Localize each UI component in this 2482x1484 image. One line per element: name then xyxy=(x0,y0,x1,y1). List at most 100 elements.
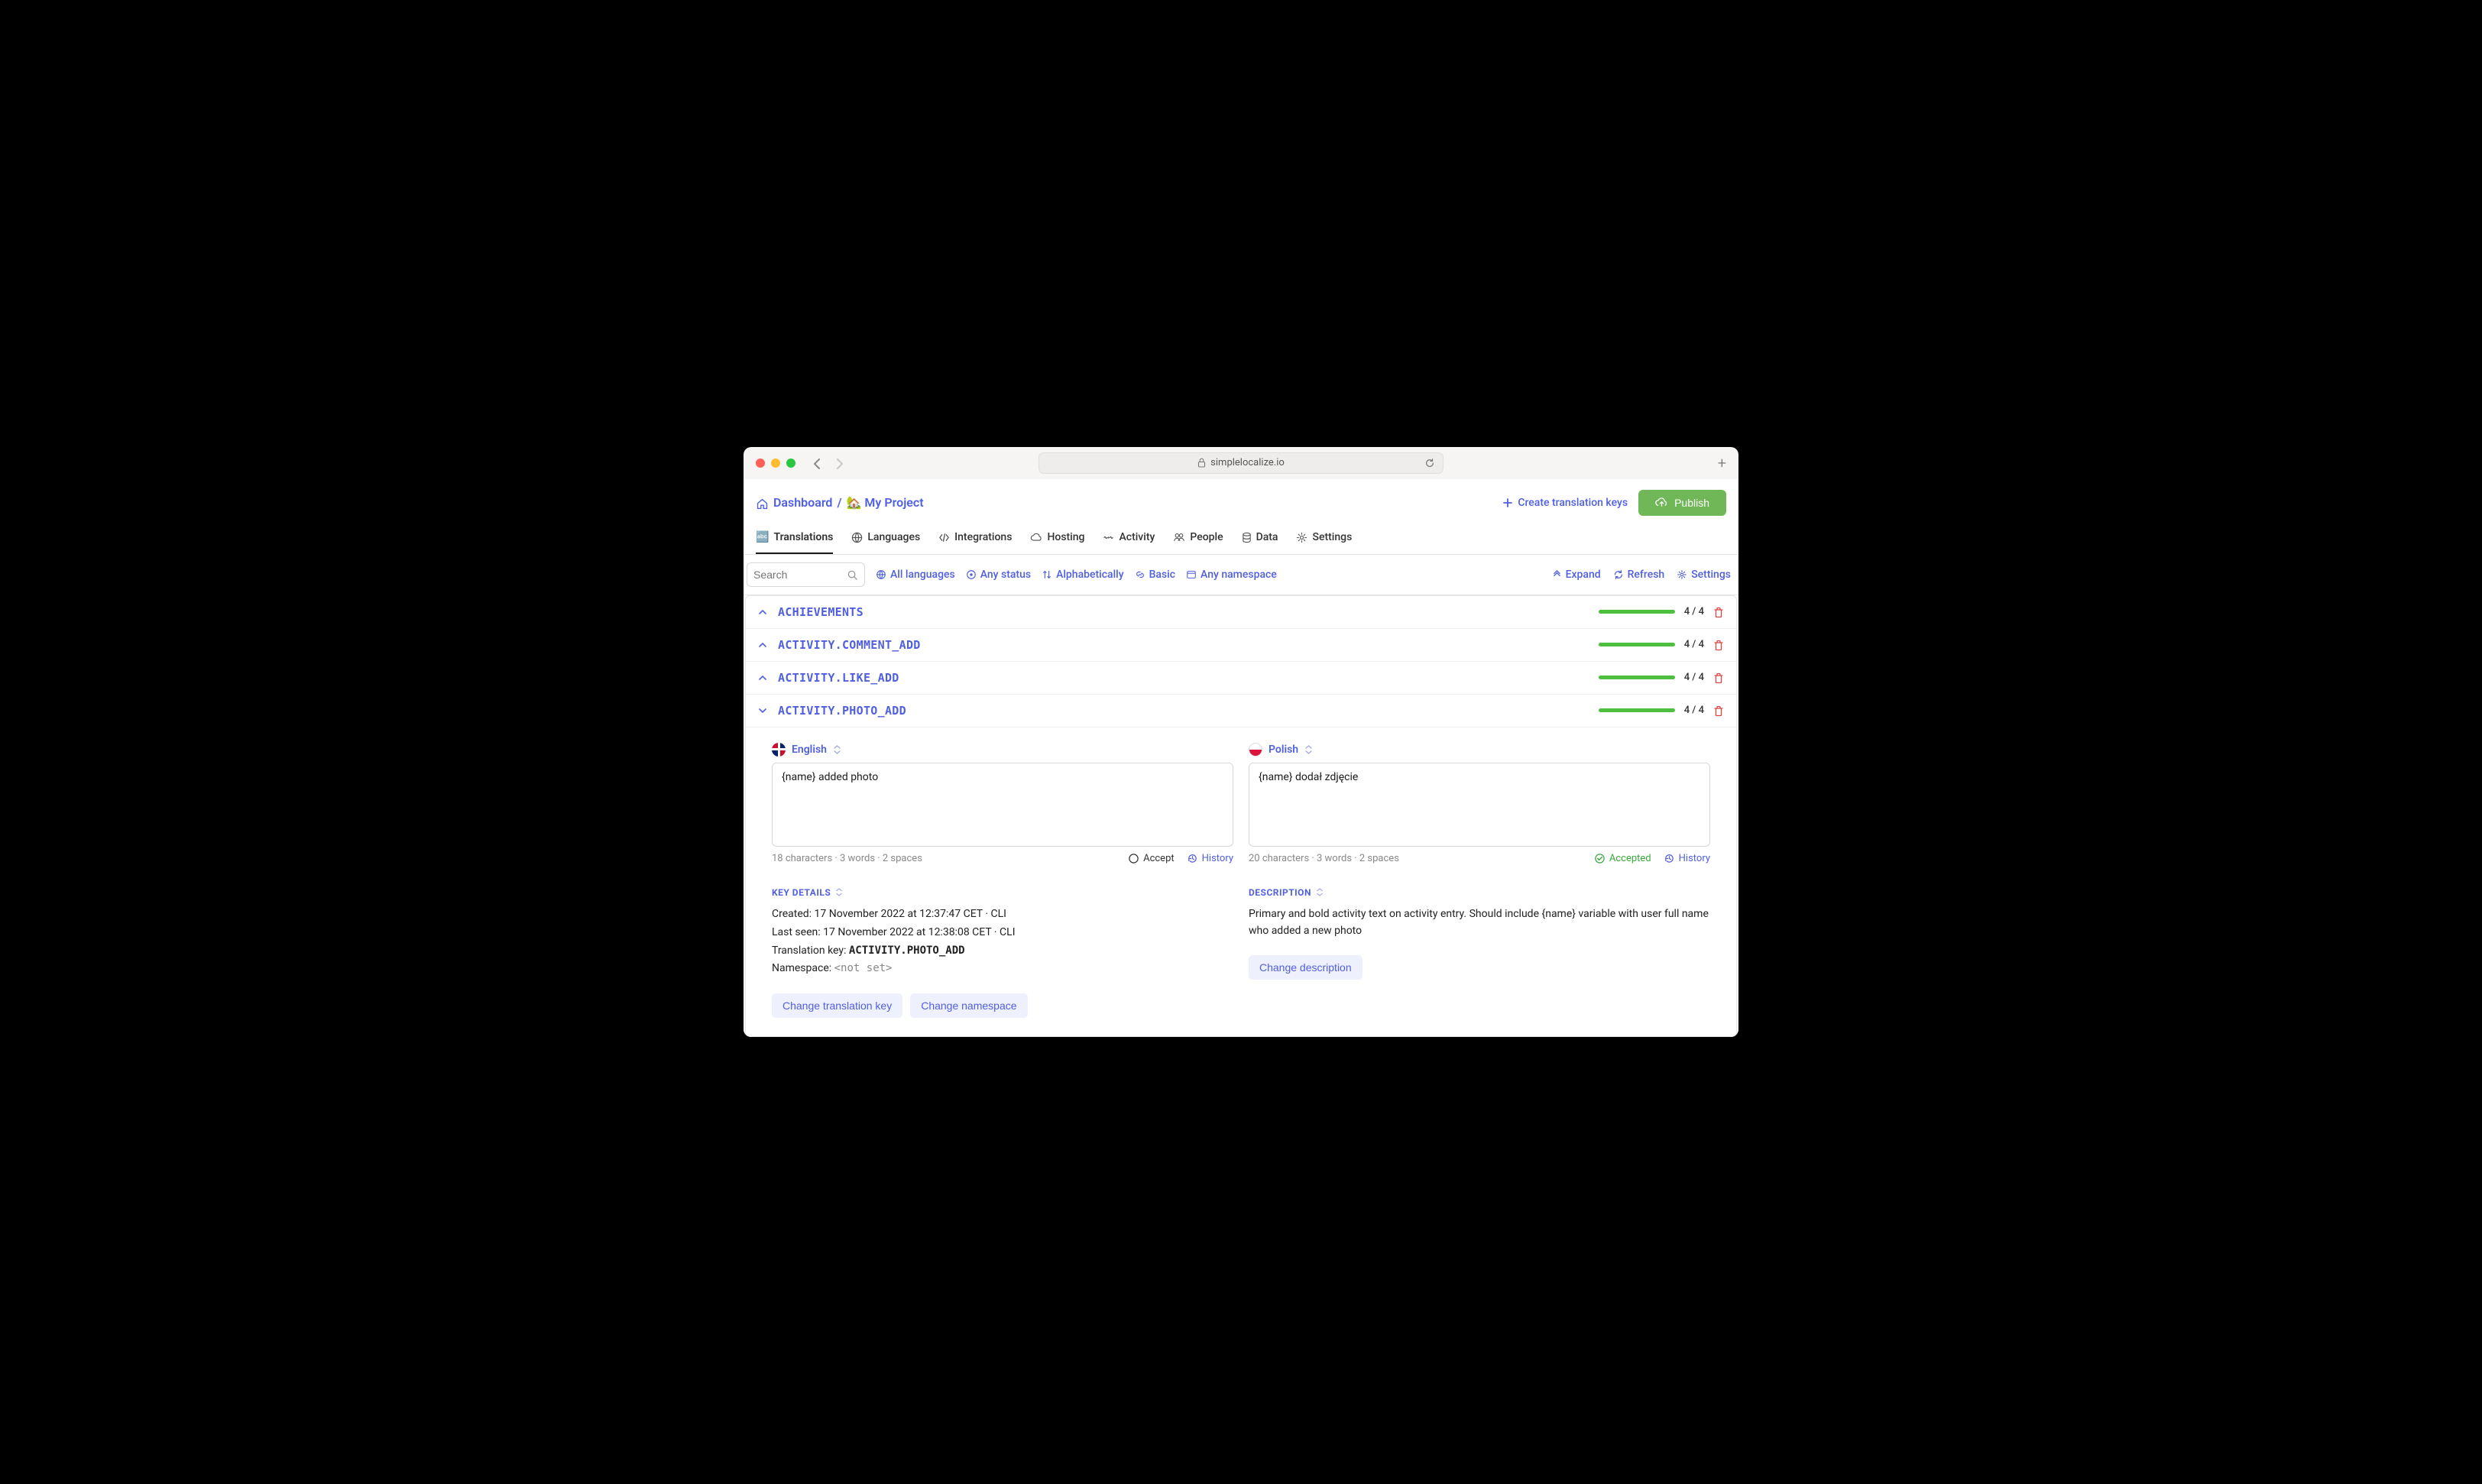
sort-icon[interactable] xyxy=(833,744,841,756)
tab-translations[interactable]: 🔤Translations xyxy=(756,523,833,554)
accept-button[interactable]: Accept xyxy=(1128,853,1175,864)
delete-icon[interactable] xyxy=(1713,606,1724,618)
tab-activity[interactable]: Activity xyxy=(1103,523,1155,554)
maximize-window-icon[interactable] xyxy=(786,458,795,468)
sort-icon[interactable] xyxy=(1304,744,1313,756)
history-icon xyxy=(1187,853,1198,864)
header-actions: Create translation keys Publish xyxy=(1502,490,1726,516)
breadcrumb: Dashboard / 🏡 My Project xyxy=(756,495,924,510)
description-label[interactable]: Description xyxy=(1249,887,1710,898)
code-icon xyxy=(938,531,950,543)
reload-icon[interactable] xyxy=(1424,457,1435,468)
gear-icon xyxy=(1677,569,1687,580)
delete-icon[interactable] xyxy=(1713,639,1724,651)
progress-bar xyxy=(1599,676,1675,679)
page-content: Dashboard / 🏡 My Project Create translat… xyxy=(744,479,1738,1037)
tab-data[interactable]: Data xyxy=(1242,523,1278,554)
change-description-button[interactable]: Change description xyxy=(1249,955,1363,980)
data-icon xyxy=(1242,531,1252,543)
search-icon xyxy=(847,569,858,581)
search-input[interactable] xyxy=(747,562,865,587)
tab-settings[interactable]: Settings xyxy=(1296,523,1352,554)
filter-all-languages[interactable]: All languages xyxy=(876,569,955,581)
filter-alphabetically[interactable]: Alphabetically xyxy=(1042,569,1124,581)
activity-icon xyxy=(1103,531,1114,543)
progress-count: 4 / 4 xyxy=(1684,606,1704,617)
cloud-upload-icon xyxy=(1655,497,1668,508)
chevron-down-icon xyxy=(758,705,769,717)
check-circle-icon xyxy=(1594,853,1606,864)
key-meta: 4 / 4 xyxy=(1599,705,1724,717)
url-bar[interactable]: simplelocalize.io xyxy=(1038,452,1444,474)
progress-count: 4 / 4 xyxy=(1684,672,1704,683)
tab-hosting[interactable]: Hosting xyxy=(1030,523,1084,554)
delete-icon[interactable] xyxy=(1713,705,1724,717)
progress-bar xyxy=(1599,643,1675,646)
english-textarea[interactable]: {name} added photo xyxy=(772,763,1233,847)
page-header: Dashboard / 🏡 My Project Create translat… xyxy=(744,479,1738,523)
key-meta: 4 / 4 xyxy=(1599,672,1724,684)
link-icon xyxy=(1135,569,1145,580)
cloud-icon xyxy=(1030,531,1042,543)
breadcrumb-dashboard[interactable]: Dashboard xyxy=(773,495,832,510)
key-meta: 4 / 4 xyxy=(1599,606,1724,618)
filter-any-namespace[interactable]: Any namespace xyxy=(1186,569,1277,581)
filter-any-status[interactable]: Any status xyxy=(966,569,1031,581)
toolbar: All languages Any status Alphabetically … xyxy=(744,555,1738,595)
refresh-button[interactable]: Refresh xyxy=(1613,569,1665,581)
polish-textarea[interactable]: {name} dodał zdjęcie xyxy=(1249,763,1710,847)
accepted-label: Accepted xyxy=(1594,853,1651,864)
globe-icon xyxy=(851,531,863,543)
namespace-icon xyxy=(1186,569,1197,580)
expand-button[interactable]: Expand xyxy=(1552,569,1601,581)
tab-people[interactable]: People xyxy=(1173,523,1223,554)
chevron-up-icon xyxy=(758,639,769,651)
history-button[interactable]: History xyxy=(1664,853,1710,864)
plus-icon xyxy=(1502,497,1513,508)
minimize-window-icon[interactable] xyxy=(771,458,780,468)
tab-languages[interactable]: Languages xyxy=(851,523,920,554)
chevron-up-icon xyxy=(758,672,769,684)
forward-button[interactable] xyxy=(835,455,844,471)
key-name: ACTIVITY.PHOTO_ADD xyxy=(778,704,906,718)
settings-button[interactable]: Settings xyxy=(1677,569,1731,581)
progress-count: 4 / 4 xyxy=(1684,705,1704,716)
tab-integrations[interactable]: Integrations xyxy=(938,523,1012,554)
history-button[interactable]: History xyxy=(1187,853,1233,864)
breadcrumb-separator: / xyxy=(837,495,841,510)
key-name: ACTIVITY.LIKE_ADD xyxy=(778,671,899,685)
back-button[interactable] xyxy=(812,455,821,471)
keys-panel: ACHIEVEMENTS 4 / 4 ACTIVITY.COMMENT_ADD … xyxy=(745,595,1737,1037)
create-keys-button[interactable]: Create translation keys xyxy=(1502,497,1628,509)
close-window-icon[interactable] xyxy=(756,458,765,468)
filter-basic[interactable]: Basic xyxy=(1135,569,1175,581)
change-translation-key-button[interactable]: Change translation key xyxy=(772,993,902,1018)
globe-icon xyxy=(876,569,886,580)
sort-icon xyxy=(835,887,843,897)
key-row[interactable]: ACTIVITY.LIKE_ADD 4 / 4 xyxy=(746,662,1736,695)
translations-icon: 🔤 xyxy=(756,531,769,543)
breadcrumb-project[interactable]: 🏡 My Project xyxy=(847,495,924,510)
new-tab-button[interactable]: + xyxy=(1718,454,1726,472)
publish-button[interactable]: Publish xyxy=(1638,490,1726,516)
key-name: ACTIVITY.COMMENT_ADD xyxy=(778,638,921,652)
lang-name-polish[interactable]: Polish xyxy=(1269,744,1298,756)
english-column: English {name} added photo 18 characters… xyxy=(772,743,1233,1018)
key-row[interactable]: ACTIVITY.COMMENT_ADD 4 / 4 xyxy=(746,629,1736,662)
change-namespace-button[interactable]: Change namespace xyxy=(910,993,1027,1018)
delete-icon[interactable] xyxy=(1713,672,1724,684)
key-meta: 4 / 4 xyxy=(1599,639,1724,651)
search-field[interactable] xyxy=(753,569,847,581)
lock-icon xyxy=(1197,458,1206,468)
key-row[interactable]: ACHIEVEMENTS 4 / 4 xyxy=(746,596,1736,629)
refresh-icon xyxy=(1613,569,1624,580)
key-row[interactable]: ACTIVITY.PHOTO_ADD 4 / 4 xyxy=(746,695,1736,727)
progress-bar xyxy=(1599,610,1675,614)
expand-icon xyxy=(1552,569,1562,579)
lang-name-english[interactable]: English xyxy=(792,744,827,756)
browser-window: simplelocalize.io + Dashboard / 🏡 My Pro… xyxy=(744,447,1738,1037)
chevron-up-icon xyxy=(758,606,769,618)
key-details-label[interactable]: Key Details xyxy=(772,887,1233,898)
description-text: Primary and bold activity text on activi… xyxy=(1249,906,1710,940)
english-stats: 18 characters · 3 words · 2 spaces xyxy=(772,853,922,864)
